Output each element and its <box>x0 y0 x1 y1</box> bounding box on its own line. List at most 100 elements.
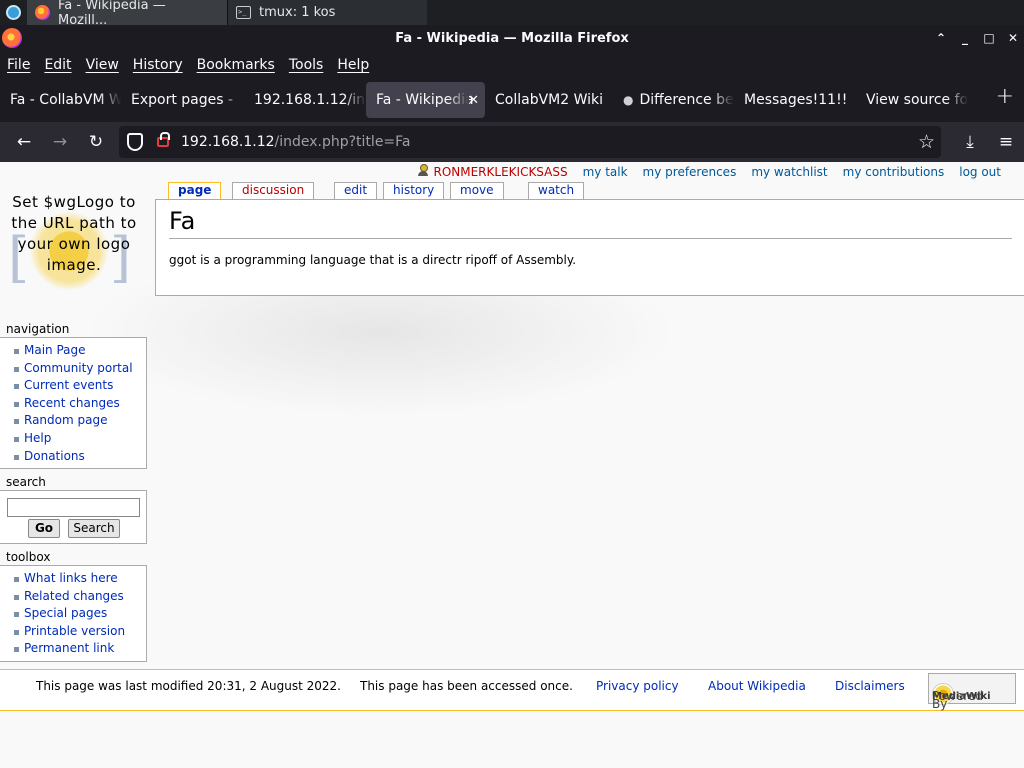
footer-access-count: This page has been accessed once. <box>360 679 573 693</box>
toolbar-right: ⤓ ≡ <box>952 122 1024 162</box>
disclaimers-link[interactable]: Disclaimers <box>835 679 905 693</box>
back-button[interactable]: ← <box>6 126 42 158</box>
page-title: Fa <box>169 206 1012 239</box>
user-page-link[interactable]: RONMERKLEKICKSASS <box>417 164 568 179</box>
insecure-lock-icon[interactable] <box>157 132 170 147</box>
go-button[interactable]: Go <box>28 519 60 538</box>
page-footer: This page was last modified 20:31, 2 Aug… <box>0 669 1024 711</box>
address-bar[interactable]: 192.168.1.12 /index.php?title=Fa ☆ <box>119 126 941 158</box>
terminal-icon: >_ <box>236 6 251 19</box>
my-watchlist-link[interactable]: my watchlist <box>751 165 827 179</box>
personal-tools: RONMERKLEKICKSASS my talk my preferences… <box>417 164 1001 179</box>
powered-by-mediawiki-badge[interactable]: Powered By MediaWiki <box>928 673 1016 710</box>
url-host: 192.168.1.12 <box>181 134 275 150</box>
menu-bar: File Edit View History Bookmarks Tools H… <box>0 51 1024 78</box>
firefox-logo-icon <box>2 28 22 48</box>
nav-link-recent-changes[interactable]: Recent changes <box>12 395 146 413</box>
search-heading: search <box>6 475 46 489</box>
taskbar-task-firefox[interactable]: Fa - Wikipedia — Mozill... <box>27 0 227 28</box>
toolbox-portlet: What links here Related changes Special … <box>0 565 147 662</box>
window-title: Fa - Wikipedia — Mozilla Firefox <box>395 30 629 46</box>
start-icon <box>6 5 21 20</box>
close-window-button[interactable]: ✕ <box>1006 31 1020 45</box>
toolbox-link-printable-version[interactable]: Printable version <box>12 623 146 641</box>
tab-history[interactable]: history <box>383 182 445 199</box>
nav-link-random-page[interactable]: Random page <box>12 412 146 430</box>
article-body: ggot is a programming language that is a… <box>169 253 577 267</box>
maximize-window-button[interactable]: □ <box>982 31 996 45</box>
nav-link-current-events[interactable]: Current events <box>12 377 146 395</box>
footer-last-modified: This page was last modified 20:31, 2 Aug… <box>36 679 341 693</box>
my-contributions-link[interactable]: my contributions <box>843 165 945 179</box>
close-tab-icon[interactable]: ✕ <box>468 93 479 108</box>
search-portlet: Go Search <box>0 490 147 544</box>
my-talk-link[interactable]: my talk <box>583 165 628 179</box>
article-content: Fa ggot is a programming language that i… <box>155 199 1024 296</box>
app-menu-button[interactable]: ≡ <box>988 126 1024 158</box>
taskbar-task-label: Fa - Wikipedia — Mozill... <box>57 0 166 28</box>
os-taskbar: Fa - Wikipedia — Mozill... >_ tmux: 1 ko… <box>0 0 1024 28</box>
tracking-protection-shield-icon[interactable] <box>127 133 143 151</box>
tab-watch[interactable]: watch <box>528 182 585 199</box>
tab-view-source[interactable]: View source for <box>856 82 968 118</box>
menu-help[interactable]: Help <box>337 57 369 73</box>
nav-link-main-page[interactable]: Main Page <box>12 342 146 360</box>
taskbar-task-label: tmux: 1 kos <box>259 5 336 20</box>
tab-label: Messages!11!! <box>744 92 848 108</box>
about-wikipedia-link[interactable]: About Wikipedia <box>708 679 806 693</box>
toolbox-link-what-links-here[interactable]: What links here <box>12 570 146 588</box>
tab-label: CollabVM2 Wiki <box>495 92 604 108</box>
toolbox-link-special-pages[interactable]: Special pages <box>12 605 146 623</box>
tab-collabvm-wiki-fa[interactable]: Fa - CollabVM Wiki <box>0 82 121 118</box>
search-input[interactable] <box>7 498 140 517</box>
log-out-link[interactable]: log out <box>959 165 1001 179</box>
menu-bookmarks[interactable]: Bookmarks <box>197 57 275 73</box>
url-path: /index.php?title=Fa <box>274 134 411 150</box>
tab-discussion[interactable]: discussion <box>232 182 315 199</box>
tab-export-pages[interactable]: Export pages - <box>121 82 244 118</box>
tab-label: Export pages - <box>131 92 234 108</box>
nav-link-donations[interactable]: Donations <box>12 448 146 466</box>
user-name: RONMERKLEKICKSASS <box>433 165 568 179</box>
privacy-policy-link[interactable]: Privacy policy <box>596 679 679 693</box>
taskbar-task-tmux[interactable]: >_ tmux: 1 kos <box>227 0 427 25</box>
menu-history[interactable]: History <box>133 57 183 73</box>
logo-placeholder-text: Set $wgLogo to the URL path to your own … <box>11 193 137 274</box>
toolbox-heading: toolbox <box>6 550 51 564</box>
nav-link-help[interactable]: Help <box>12 430 146 448</box>
menu-view[interactable]: View <box>86 57 119 73</box>
toolbox-link-permanent-link[interactable]: Permanent link <box>12 640 146 658</box>
tab-fa-wikipedia[interactable]: Fa - Wikipedia ✕ <box>366 82 485 118</box>
toolbox-link-related-changes[interactable]: Related changes <box>12 588 146 606</box>
my-preferences-link[interactable]: my preferences <box>643 165 737 179</box>
window-controls: ⌃ _ □ ✕ <box>934 25 1020 51</box>
navigation-portlet: Main Page Community portal Current event… <box>0 337 147 469</box>
tab-collabvm2-wiki[interactable]: CollabVM2 Wiki <box>485 82 613 118</box>
window-titlebar: Fa - Wikipedia — Mozilla Firefox ⌃ _ □ ✕ <box>0 25 1024 51</box>
tab-difference[interactable]: ● Difference between <box>613 82 734 118</box>
minimize-window-button[interactable]: _ <box>958 31 972 45</box>
tab-move[interactable]: move <box>450 182 504 199</box>
start-menu-button[interactable] <box>0 0 27 25</box>
menu-file[interactable]: File <box>7 57 30 73</box>
site-logo[interactable]: [ ] Set $wgLogo to the URL path to your … <box>8 192 140 292</box>
tab-edit[interactable]: edit <box>334 182 378 199</box>
nav-link-community-portal[interactable]: Community portal <box>12 360 146 378</box>
downloads-button[interactable]: ⤓ <box>952 126 988 158</box>
mediawiki-badge-text: Powered By MediaWiki <box>932 683 991 710</box>
navigation-toolbar: ← → ↻ 192.168.1.12 /index.php?title=Fa ☆… <box>0 122 1024 162</box>
shade-window-button[interactable]: ⌃ <box>934 31 948 45</box>
tab-ip-index[interactable]: 192.168.1.12/index <box>244 82 366 118</box>
reload-button[interactable]: ↻ <box>78 126 114 158</box>
user-icon <box>417 164 429 176</box>
navigation-heading: navigation <box>6 322 70 336</box>
tab-messages[interactable]: Messages!11!! <box>734 82 856 118</box>
search-button[interactable]: Search <box>68 519 120 538</box>
tab-strip: Fa - CollabVM Wiki Export pages - 192.16… <box>0 78 1024 122</box>
apple-icon: ● <box>623 93 634 107</box>
new-tab-button[interactable]: + <box>996 84 1014 109</box>
menu-edit[interactable]: Edit <box>44 57 71 73</box>
bookmark-star-icon[interactable]: ☆ <box>918 131 935 153</box>
menu-tools[interactable]: Tools <box>289 57 324 73</box>
forward-button[interactable]: → <box>42 126 78 158</box>
